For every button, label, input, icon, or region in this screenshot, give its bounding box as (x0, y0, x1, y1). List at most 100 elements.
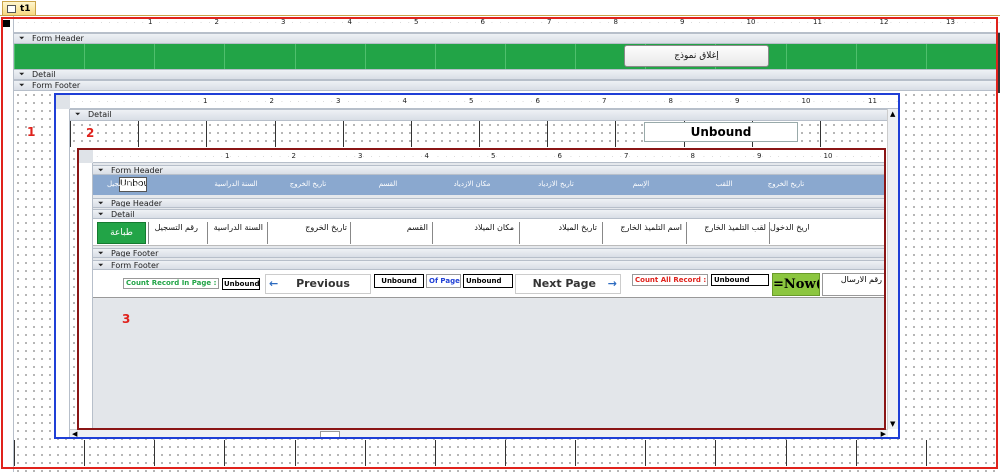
of-page-label: Of Page (426, 274, 461, 288)
header-column-label: الإسم (632, 180, 650, 188)
count-in-page-label: Count Record In Page : (123, 278, 219, 289)
annotation-label-2: 2 (86, 126, 95, 140)
annotation-label-1: 1 (27, 125, 36, 139)
arrow-left-icon: ← (269, 277, 279, 290)
scroll-up-icon[interactable]: ▲ (890, 110, 895, 118)
previous-button[interactable]: ← Previous (265, 274, 371, 294)
ruler-number: 11 (867, 97, 878, 105)
next-page-button[interactable]: Next Page → (515, 274, 621, 294)
ruler-number: 8 (689, 152, 696, 160)
inner-form-header-bar[interactable]: Form Header (93, 165, 884, 175)
ruler-ticks (70, 100, 898, 103)
detail-field-label[interactable]: اسم التلميذ الخارج (602, 222, 684, 244)
ruler-number: 7 (623, 152, 630, 160)
inner-ruler-corner (79, 150, 93, 163)
detail-field-label[interactable]: تاريخ الميلاد (519, 222, 599, 244)
ruler-number: 6 (556, 152, 563, 160)
grid-cell (84, 440, 154, 466)
ruler-number: 1 (224, 152, 231, 160)
form-icon (7, 5, 16, 13)
grid-cell (70, 121, 138, 147)
inner-detail-bar[interactable]: Detail (93, 209, 884, 219)
header-column-label: تاريخ الخروج (767, 180, 805, 188)
scroll-down-icon[interactable]: ▼ (890, 420, 895, 428)
grid-cell (819, 121, 888, 147)
ruler-number: 7 (601, 97, 608, 105)
annotation-label-3: 3 (122, 312, 131, 326)
grid-cell (294, 440, 365, 466)
ruler-number: 2 (290, 152, 297, 160)
count-all-value[interactable]: Unbound (711, 274, 769, 286)
header-column-label: اللقب (715, 180, 733, 188)
scroll-left-icon[interactable]: ◀ (72, 430, 77, 437)
grid-cell (434, 440, 505, 466)
ruler-number: 5 (468, 97, 475, 105)
ruler-number: 3 (357, 152, 364, 160)
print-button[interactable]: طباعة (97, 222, 146, 244)
grid-cell (14, 440, 84, 466)
header-column-label: مكان الازدياد (453, 180, 491, 188)
grid-cell (925, 440, 996, 466)
ruler-number: 8 (667, 97, 674, 105)
grid-cell (364, 440, 435, 466)
middle-vertical-ruler (56, 109, 70, 437)
inner-ruler: 1234567891011 (93, 150, 884, 163)
ruler-number: 10 (800, 97, 812, 105)
count-all-label: Count All Record : (632, 274, 708, 286)
grid-cell (504, 440, 575, 466)
page-header-bar[interactable]: Page Header (93, 198, 884, 208)
grid-cell (479, 121, 547, 147)
count-in-page-value[interactable]: Unbound (222, 278, 260, 290)
detail-field-label[interactable]: السنة الدراسية (207, 222, 265, 244)
detail-field-label[interactable]: لقب التلميذ الخارج (686, 222, 768, 244)
ruler-number: 4 (401, 97, 408, 105)
grid-cell (547, 121, 615, 147)
header-column-label: تاريخ الخروج (289, 180, 327, 188)
grid-cell (206, 121, 274, 147)
scroll-thumb[interactable] (320, 431, 340, 437)
inner-empty-area (93, 299, 884, 428)
detail-field-label[interactable]: تاريخ الدخول (769, 222, 809, 244)
middle-unbound-field[interactable]: Unbound (644, 122, 798, 142)
ruler-number: 4 (423, 152, 430, 160)
inner-form-footer-bar[interactable]: Form Footer (93, 260, 884, 270)
ruler-number: 5 (490, 152, 497, 160)
total-pages-value[interactable]: Unbound (463, 274, 513, 288)
grid-cell (154, 440, 224, 466)
tab-title: t1 (20, 4, 31, 14)
header-column-label: القسم (378, 180, 398, 188)
grid-cell (785, 440, 856, 466)
ruler-number: 9 (734, 97, 741, 105)
ruler-number: 10 (822, 152, 834, 160)
send-number-label: رقم الارسال (822, 273, 884, 296)
page-footer-bar[interactable]: Page Footer (93, 248, 884, 258)
middle-hscrollbar[interactable]: ◀ ▶ (70, 429, 888, 437)
inner-vertical-ruler (79, 163, 93, 428)
scroll-right-icon[interactable]: ▶ (881, 430, 886, 437)
header-column-label: السنة الدراسية (214, 180, 258, 188)
detail-field-label[interactable]: القسم (350, 222, 430, 244)
header-column-label: رقم التسجيل (107, 180, 145, 188)
ruler-number: 9 (756, 152, 763, 160)
ruler-number: 6 (534, 97, 541, 105)
header-column-label: تاريخ الازدياد (538, 180, 574, 188)
grid-cell (855, 440, 926, 466)
grid-cell (138, 121, 206, 147)
grid-cell (645, 440, 715, 466)
middle-vscrollbar[interactable]: ▲ ▼ (887, 109, 898, 429)
detail-field-label[interactable]: تاريخ الخروج (267, 222, 349, 244)
now-field[interactable]: =Now() (772, 273, 820, 296)
outer-bottom-row (14, 440, 996, 466)
object-tab[interactable]: t1 (2, 1, 36, 16)
inner-subform: 1234567891011 Form Header Unbou رقم التس… (77, 148, 886, 430)
page-value[interactable]: Unbound (374, 274, 424, 288)
middle-ruler-corner (56, 95, 70, 109)
arrow-right-icon: → (607, 277, 617, 290)
detail-field-label[interactable]: رقم التسجيل (148, 222, 200, 244)
middle-detail-bar[interactable]: Detail (70, 109, 888, 121)
detail-field-label[interactable]: مكان الميلاد (432, 222, 516, 244)
grid-cell (575, 440, 645, 466)
ruler-number: 1 (202, 97, 209, 105)
grid-cell (224, 440, 294, 466)
ruler-number: 2 (268, 97, 275, 105)
